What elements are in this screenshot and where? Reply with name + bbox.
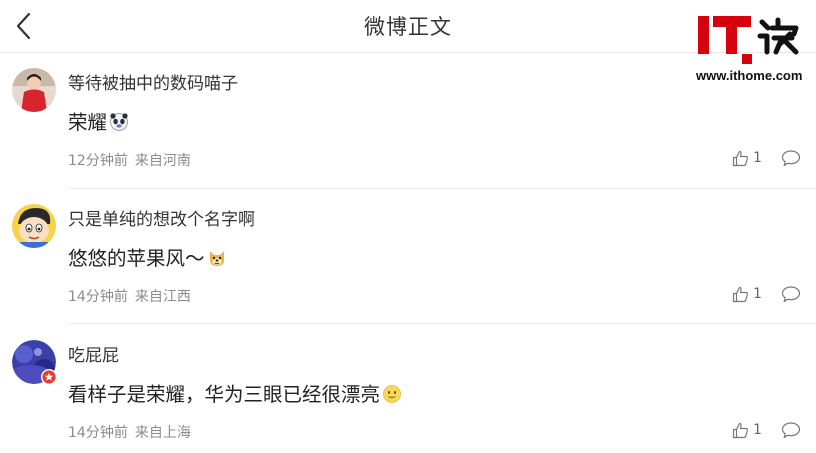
- comment-bubble-icon: [781, 286, 801, 302]
- comment-text: 荣耀: [68, 106, 129, 135]
- avatar[interactable]: [12, 204, 56, 248]
- page-title: 微博正文: [364, 15, 452, 39]
- comment-meta: 14分钟前 来自江西: [68, 286, 191, 306]
- smiley-emoji: [383, 385, 401, 403]
- comment-text: 看样子是荣耀，华为三眼已经很漂亮: [68, 378, 402, 407]
- doge-emoji: [209, 251, 224, 266]
- like-count: 1: [753, 150, 762, 166]
- comment-time: 12分钟前: [68, 153, 128, 169]
- comment-item: 吃屁屁 看样子是荣耀，华为三眼已经很漂亮 14分钟前 来自上海 1: [0, 340, 816, 450]
- reply-button[interactable]: [781, 285, 801, 303]
- top-nav-bar: 微博正文: [0, 0, 816, 53]
- divider: [68, 323, 816, 324]
- comment-time: 14分钟前: [68, 425, 128, 441]
- comment-meta: 14分钟前 来自上海: [68, 422, 191, 442]
- comment-text-body: 看样子是荣耀，华为三眼已经很漂亮: [68, 383, 381, 406]
- comment-item: 等待被抽中的数码喵子 荣耀 12分钟前 来自河南 1: [0, 68, 816, 188]
- like-button[interactable]: 1: [732, 284, 762, 304]
- thumbs-up-icon: [732, 150, 749, 166]
- ithome-logo-mark: [698, 16, 799, 64]
- like-button[interactable]: 1: [732, 148, 762, 168]
- comment-source: 来自上海: [134, 425, 191, 441]
- username[interactable]: 吃屁屁: [68, 341, 119, 366]
- like-count: 1: [753, 286, 762, 302]
- comment-meta: 12分钟前 来自河南: [68, 150, 191, 170]
- comment-text-body: 荣耀: [68, 111, 108, 134]
- username[interactable]: 等待被抽中的数码喵子: [68, 69, 238, 94]
- verified-badge-icon: [41, 369, 57, 385]
- divider: [68, 188, 816, 189]
- thumbs-up-icon: [732, 422, 749, 438]
- comment-text: 悠悠的苹果风～: [68, 242, 227, 271]
- like-count: 1: [753, 422, 762, 438]
- comment-source: 来自江西: [134, 289, 191, 305]
- reply-button[interactable]: [781, 149, 801, 167]
- avatar-red-outfit: [12, 68, 56, 112]
- comment-bubble-icon: [781, 150, 801, 166]
- avatar[interactable]: [12, 68, 56, 112]
- comment-text-body: 悠悠的苹果风～: [68, 247, 205, 270]
- comment-source: 来自河南: [134, 153, 191, 169]
- comment-time: 14分钟前: [68, 289, 128, 305]
- reply-button[interactable]: [781, 421, 801, 439]
- thumbs-up-icon: [732, 286, 749, 302]
- avatar[interactable]: [12, 340, 57, 385]
- comment-bubble-icon: [781, 422, 801, 438]
- comment-item: 只是单纯的想改个名字啊 悠悠的苹果风～ 14分钟前 来自江西 1: [0, 204, 816, 324]
- username[interactable]: 只是单纯的想改个名字啊: [68, 205, 255, 230]
- panda-face-emoji: [110, 113, 129, 131]
- like-button[interactable]: 1: [732, 420, 762, 440]
- avatar-cartoon-boy: [12, 204, 56, 248]
